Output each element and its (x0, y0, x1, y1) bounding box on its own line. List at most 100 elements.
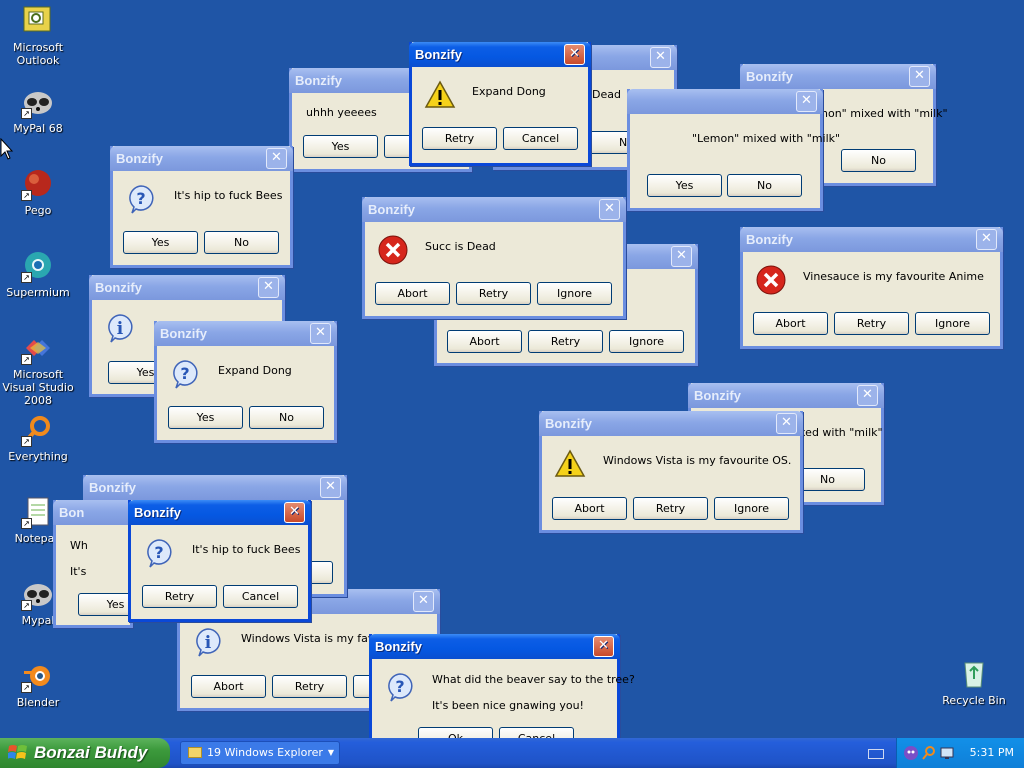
desktop-icon-supermium[interactable]: ↗ Supermium (0, 249, 76, 299)
dialog-button[interactable]: Yes (303, 135, 378, 158)
close-button[interactable]: ✕ (599, 199, 620, 220)
close-button[interactable]: ✕ (776, 413, 797, 434)
dialog-button[interactable]: Retry (422, 127, 497, 150)
close-button[interactable]: ✕ (266, 148, 287, 169)
keyboard-icon[interactable] (868, 749, 884, 759)
mypal-icon: ↗ (21, 85, 55, 119)
close-button[interactable]: ✕ (258, 277, 279, 298)
dialog-button[interactable]: No (841, 149, 916, 172)
dialog-window[interactable]: Bon Wh It's Yes (53, 500, 153, 628)
dialog-window[interactable]: Bonzify ✕ ? It's hip to fuck Bees Yes No (110, 146, 293, 268)
svg-text:i: i (205, 633, 212, 653)
dialog-window[interactable]: ✕ "Lemon" mixed with "milk" Yes No (627, 89, 840, 211)
dialog-button[interactable]: Yes (123, 231, 198, 254)
dialog-button[interactable]: Retry (142, 585, 217, 608)
dialog-window[interactable]: Bonzify ✕ ? Expand Dong Yes No (154, 321, 337, 443)
dialog-button[interactable]: No (249, 406, 324, 429)
dialog-titlebar[interactable]: Bonzify ✕ (89, 275, 285, 300)
dialog-button[interactable]: Retry (528, 330, 603, 353)
close-button[interactable]: ✕ (857, 385, 878, 406)
dialog-titlebar[interactable]: ✕ (627, 89, 823, 114)
desktop-icon-visual-studio[interactable]: ↗ Microsoft Visual Studio 2008 (0, 331, 76, 407)
dialog-button[interactable]: Ok (418, 727, 493, 738)
dialog-button[interactable]: Yes (168, 406, 243, 429)
dialog-titlebar[interactable]: Bonzify ✕ (154, 321, 337, 346)
dialog-button[interactable]: Cancel (223, 585, 298, 608)
supermium-icon: ↗ (21, 249, 55, 283)
dialog-button[interactable]: Cancel (499, 727, 574, 738)
close-button[interactable]: ✕ (671, 246, 692, 267)
dialog-window[interactable]: Bonzify ✕ ? What did the beaver say to th… (369, 634, 635, 738)
dialog-button[interactable]: Retry (272, 675, 347, 698)
close-button[interactable]: ✕ (284, 502, 305, 523)
dialog-titlebar[interactable]: Bonzify ✕ (128, 500, 311, 525)
dialog-window[interactable]: Bonzify ✕ Succ is Dead Abort Retry Ignore (362, 197, 626, 319)
dialog-button[interactable]: Retry (456, 282, 531, 305)
dialog-titlebar[interactable]: Bon (53, 500, 133, 525)
desktop-icon-label: Everything (8, 450, 68, 463)
dialog-title: Bonzify (160, 326, 207, 341)
dialog-button[interactable]: Retry (834, 312, 909, 335)
dialog-button[interactable]: Ignore (714, 497, 789, 520)
dialog-button[interactable]: Ignore (915, 312, 990, 335)
dialog-button[interactable]: Abort (447, 330, 522, 353)
close-button[interactable]: ✕ (413, 591, 434, 612)
close-button[interactable]: ✕ (650, 47, 671, 68)
dialog-button[interactable]: Abort (191, 675, 266, 698)
dialog-titlebar[interactable]: Bonzify ✕ (740, 227, 1003, 252)
search-tray-icon[interactable] (921, 745, 937, 761)
dialog-titlebar[interactable]: Bonzify ✕ (369, 634, 620, 659)
dialog-button[interactable]: No (727, 174, 802, 197)
desktop-icon-pego[interactable]: ↗ Pego (0, 167, 76, 217)
dialog-titlebar[interactable]: Bonzify ✕ (362, 197, 626, 222)
desktop-icon-mypal68[interactable]: ↗ MyPal 68 (0, 85, 76, 135)
close-button[interactable]: ✕ (310, 323, 331, 344)
dialog-titlebar[interactable]: Bonzify ✕ (740, 64, 936, 89)
close-button[interactable]: ✕ (976, 229, 997, 250)
dialog-window[interactable]: Bonzify ✕ Windows Vista is my favourite O… (539, 411, 803, 533)
svg-text:?: ? (154, 543, 163, 562)
dialog-message: Windows Vista is my favourite OS. (603, 454, 792, 467)
network-tray-icon[interactable] (939, 745, 955, 761)
dialog-title: Bonzify (134, 505, 181, 520)
taskbar-item-windows-explorer[interactable]: 19 Windows Explorer ▼ (180, 741, 340, 765)
desktop-icon-blender[interactable]: ↗ Blender (0, 659, 76, 709)
dialog-button[interactable]: Abort (753, 312, 828, 335)
desktop-icon-outlook[interactable]: Microsoft Outlook (0, 4, 76, 67)
dialog-button[interactable]: Abort (375, 282, 450, 305)
desktop-icon-recycle-bin[interactable]: Recycle Bin (936, 657, 1012, 707)
bonzi-tray-icon[interactable] (903, 745, 919, 761)
desktop-icon-everything[interactable]: ↗ Everything (0, 413, 76, 463)
dialog-titlebar[interactable]: Bonzify ✕ (409, 42, 591, 67)
dialog-titlebar[interactable]: Bonzify ✕ (539, 411, 803, 436)
system-tray: 5:31 PM (896, 738, 1024, 768)
dialog-titlebar[interactable]: Bonzify ✕ (110, 146, 293, 171)
folder-icon (188, 747, 202, 758)
dialog-button[interactable]: Ignore (609, 330, 684, 353)
clock[interactable]: 5:31 PM (970, 746, 1014, 759)
chevron-down-icon[interactable]: ▼ (328, 742, 334, 764)
outlook-icon (21, 4, 55, 38)
shortcut-arrow-icon: ↗ (21, 190, 32, 201)
dialog-title: Bonzify (95, 280, 142, 295)
dialog-window[interactable]: Bonzify ✕ Expand Dong Retry Cancel (409, 42, 591, 166)
dialog-button[interactable]: Ignore (537, 282, 612, 305)
start-button[interactable]: Bonzai Buhdy (0, 738, 170, 768)
dialog-titlebar[interactable]: Bonzify ✕ (83, 475, 347, 500)
close-button[interactable]: ✕ (593, 636, 614, 657)
dialog-button[interactable]: Cancel (503, 127, 578, 150)
dialog-button[interactable]: Abort (552, 497, 627, 520)
close-button[interactable]: ✕ (564, 44, 585, 65)
close-button[interactable]: ✕ (796, 91, 817, 112)
dialog-button[interactable]: Yes (647, 174, 722, 197)
dialog-title: Bonzify (375, 639, 422, 654)
dialog-window[interactable]: Bonzify ✕ Vinesauce is my favourite Anime… (740, 227, 1003, 349)
dialog-message: It's (70, 565, 87, 578)
dialog-window[interactable]: Bonzify ✕ ? It's hip to fuck Bees Retry C… (128, 500, 311, 622)
dialog-button[interactable]: Retry (633, 497, 708, 520)
dialog-button[interactable]: No (204, 231, 279, 254)
close-button[interactable]: ✕ (320, 477, 341, 498)
close-button[interactable]: ✕ (909, 66, 930, 87)
dialog-titlebar[interactable]: Bonzify ✕ (688, 383, 884, 408)
svg-text:i: i (117, 319, 124, 339)
